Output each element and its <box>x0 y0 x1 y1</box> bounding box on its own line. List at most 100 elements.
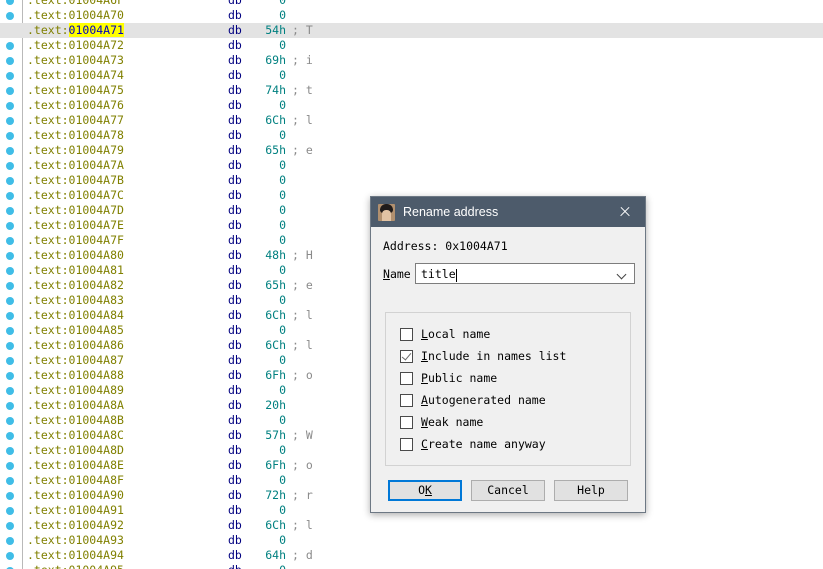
checkbox-box[interactable] <box>400 437 413 451</box>
row-value[interactable]: 6Fh <box>252 368 286 383</box>
rename-address-dialog[interactable]: Rename address Address: 0x1004A71 Name t… <box>370 196 646 513</box>
row-mnemonic[interactable]: db <box>228 293 242 308</box>
row-address[interactable]: .text:01004A81 <box>27 263 124 278</box>
row-value[interactable]: 0 <box>252 38 286 53</box>
checkbox-create-name-anyway[interactable]: Create name anyway <box>400 433 630 455</box>
checkbox-box[interactable] <box>400 349 413 363</box>
row-value[interactable]: 48h <box>252 248 286 263</box>
row-value[interactable]: 6Ch <box>252 338 286 353</box>
row-address[interactable]: .text:01004A92 <box>27 518 124 533</box>
disassembly-row[interactable]: .text:01004A94 db 64h ; d <box>0 548 823 563</box>
row-value[interactable]: 0 <box>252 323 286 338</box>
row-address[interactable]: .text:01004A80 <box>27 248 124 263</box>
row-value[interactable]: 0 <box>252 443 286 458</box>
row-value[interactable]: 69h <box>252 53 286 68</box>
disassembly-row[interactable]: .text:01004A79 db 65h ; e <box>0 143 823 158</box>
row-mnemonic[interactable]: db <box>228 143 242 158</box>
row-address[interactable]: .text:01004A72 <box>27 38 124 53</box>
row-address[interactable]: .text:01004A7E <box>27 218 124 233</box>
row-value[interactable]: 0 <box>252 0 286 8</box>
row-address[interactable]: .text:01004A91 <box>27 503 124 518</box>
row-address[interactable]: .text:01004A74 <box>27 68 124 83</box>
row-value[interactable]: 0 <box>252 158 286 173</box>
row-mnemonic[interactable]: db <box>228 248 242 263</box>
row-address[interactable]: .text:01004A71 <box>27 23 124 38</box>
row-address[interactable]: .text:01004A6F <box>27 0 124 8</box>
row-mnemonic[interactable]: db <box>228 23 242 38</box>
disassembly-row[interactable]: .text:01004A76 db 0 <box>0 98 823 113</box>
row-value[interactable]: 0 <box>252 8 286 23</box>
row-address[interactable]: .text:01004A82 <box>27 278 124 293</box>
checkbox-label[interactable]: Public name <box>421 371 497 385</box>
row-mnemonic[interactable]: db <box>228 218 242 233</box>
row-mnemonic[interactable]: db <box>228 113 242 128</box>
row-address[interactable]: .text:01004A85 <box>27 323 124 338</box>
row-mnemonic[interactable]: db <box>228 53 242 68</box>
row-mnemonic[interactable]: db <box>228 263 242 278</box>
row-value[interactable]: 20h <box>252 398 286 413</box>
row-address[interactable]: .text:01004A7A <box>27 158 124 173</box>
row-value[interactable]: 72h <box>252 488 286 503</box>
row-value[interactable]: 0 <box>252 173 286 188</box>
checkbox-box[interactable] <box>400 371 413 385</box>
checkbox-label[interactable]: Local name <box>421 327 490 341</box>
row-value[interactable]: 0 <box>252 473 286 488</box>
disassembly-row[interactable]: .text:01004A73 db 69h ; i <box>0 53 823 68</box>
disassembly-row[interactable]: .text:01004A92 db 6Ch ; l <box>0 518 823 533</box>
checkbox-box[interactable] <box>400 415 413 429</box>
row-mnemonic[interactable]: db <box>228 98 242 113</box>
row-mnemonic[interactable]: db <box>228 173 242 188</box>
row-address[interactable]: .text:01004A7D <box>27 203 124 218</box>
row-address[interactable]: .text:01004A87 <box>27 353 124 368</box>
row-mnemonic[interactable]: db <box>228 533 242 548</box>
disassembly-row[interactable]: .text:01004A6F db 0 <box>0 0 823 8</box>
row-address[interactable]: .text:01004A7C <box>27 188 124 203</box>
row-address[interactable]: .text:01004A90 <box>27 488 124 503</box>
row-address[interactable]: .text:01004A8B <box>27 413 124 428</box>
disassembly-row[interactable]: .text:01004A77 db 6Ch ; l <box>0 113 823 128</box>
checkbox-box[interactable] <box>400 327 413 341</box>
row-mnemonic[interactable]: db <box>228 353 242 368</box>
row-mnemonic[interactable]: db <box>228 323 242 338</box>
row-value[interactable]: 6Ch <box>252 308 286 323</box>
row-address[interactable]: .text:01004A83 <box>27 293 124 308</box>
row-value[interactable]: 74h <box>252 83 286 98</box>
row-value[interactable]: 0 <box>252 98 286 113</box>
row-mnemonic[interactable]: db <box>228 548 242 563</box>
row-value[interactable]: 6Ch <box>252 518 286 533</box>
row-value[interactable]: 0 <box>252 128 286 143</box>
name-input-value[interactable]: title <box>416 267 456 281</box>
row-mnemonic[interactable]: db <box>228 383 242 398</box>
row-address[interactable]: .text:01004A7B <box>27 173 124 188</box>
checkbox-public-name[interactable]: Public name <box>400 367 630 389</box>
name-combobox[interactable]: title <box>415 263 635 284</box>
row-mnemonic[interactable]: db <box>228 68 242 83</box>
disassembly-row[interactable]: .text:01004A78 db 0 <box>0 128 823 143</box>
disassembly-row[interactable]: .text:01004A72 db 0 <box>0 38 823 53</box>
checkbox-local-name[interactable]: Local name <box>400 323 630 345</box>
checkbox-include-in-names-list[interactable]: Include in names list <box>400 345 630 367</box>
disassembly-row[interactable]: .text:01004A7A db 0 <box>0 158 823 173</box>
row-address[interactable]: .text:01004A95 <box>27 563 124 569</box>
cancel-button[interactable]: Cancel <box>471 480 545 501</box>
row-mnemonic[interactable]: db <box>228 278 242 293</box>
row-mnemonic[interactable]: db <box>228 8 242 23</box>
row-value[interactable]: 54h <box>252 23 286 38</box>
row-address[interactable]: .text:01004A76 <box>27 98 124 113</box>
checkbox-weak-name[interactable]: Weak name <box>400 411 630 433</box>
disassembly-row[interactable]: .text:01004A70 db 0 <box>0 8 823 23</box>
row-mnemonic[interactable]: db <box>228 188 242 203</box>
disassembly-row[interactable]: .text:01004A74 db 0 <box>0 68 823 83</box>
checkbox-label[interactable]: Autogenerated name <box>421 393 546 407</box>
row-mnemonic[interactable]: db <box>228 473 242 488</box>
row-address[interactable]: .text:01004A79 <box>27 143 124 158</box>
row-mnemonic[interactable]: db <box>228 398 242 413</box>
close-icon[interactable] <box>605 197 645 227</box>
row-address[interactable]: .text:01004A70 <box>27 8 124 23</box>
row-value[interactable]: 0 <box>252 533 286 548</box>
row-address[interactable]: .text:01004A8F <box>27 473 124 488</box>
row-address[interactable]: .text:01004A88 <box>27 368 124 383</box>
row-mnemonic[interactable]: db <box>228 83 242 98</box>
row-address[interactable]: .text:01004A8A <box>27 398 124 413</box>
row-value[interactable]: 6Ch <box>252 113 286 128</box>
